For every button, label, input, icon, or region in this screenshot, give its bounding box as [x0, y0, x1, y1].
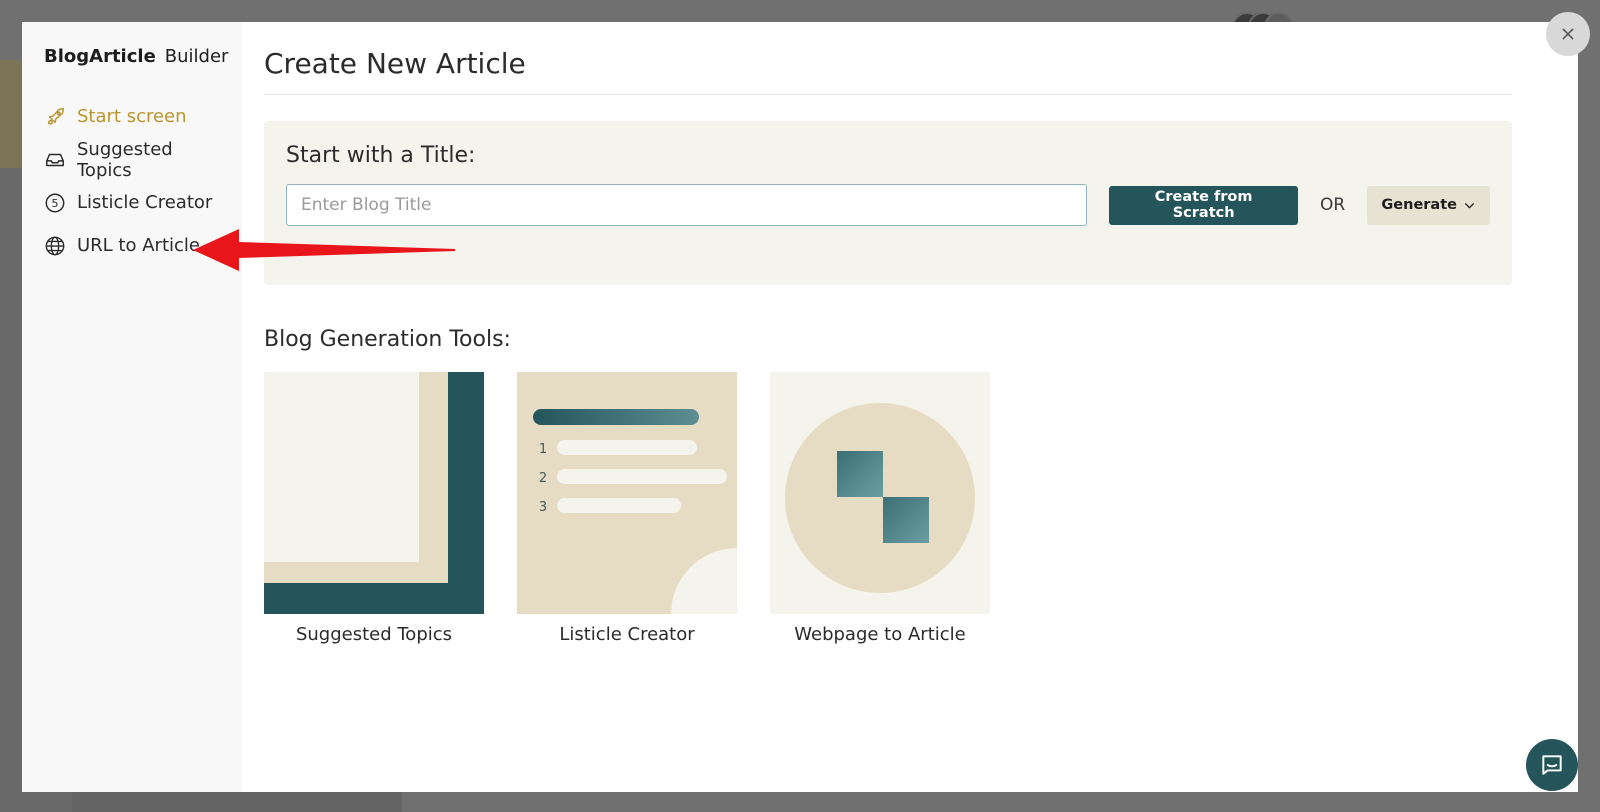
brand-title: BlogArticle Builder [44, 46, 228, 67]
generate-dropdown-button[interactable]: Generate [1367, 185, 1490, 225]
sidebar-item-start-screen[interactable]: Start screen [44, 95, 220, 138]
modal-sidebar: BlogArticle Builder Start screen Suggest… [22, 22, 242, 792]
tool-card-label: Listicle Creator [559, 624, 695, 645]
sidebar-item-url-to-article[interactable]: URL to Article [44, 224, 220, 267]
chat-support-button[interactable] [1526, 739, 1578, 791]
sidebar-item-listicle-creator[interactable]: 5 Listicle Creator [44, 181, 220, 224]
list-number: 1 [539, 442, 547, 457]
sidebar-item-suggested-topics[interactable]: Suggested Topics [44, 138, 220, 181]
list-number: 3 [539, 500, 547, 515]
sidebar-item-label: Start screen [77, 106, 187, 127]
tool-card-suggested-topics[interactable]: Suggested Topics [264, 372, 484, 645]
listicle-creator-illustration: 1 2 3 [517, 372, 737, 614]
tool-card-label: Webpage to Article [794, 624, 966, 645]
start-with-title-label: Start with a Title: [286, 143, 476, 168]
globe-icon [45, 236, 65, 255]
or-separator: OR [1320, 195, 1346, 215]
chat-icon [1542, 755, 1562, 775]
create-from-scratch-button[interactable]: Create from Scratch [1109, 185, 1298, 225]
close-modal-button[interactable] [1546, 12, 1590, 56]
start-row: Create from Scratch OR Generate [286, 184, 1490, 226]
tool-card-webpage-to-article[interactable]: Webpage to Article [770, 372, 990, 645]
webpage-to-article-illustration [770, 372, 990, 614]
tool-card-listicle-creator[interactable]: 1 2 3 Listicle Creator [517, 372, 737, 645]
modal-main: Create New Article Start with a Title: C… [242, 22, 1578, 792]
tools-heading: Blog Generation Tools: [264, 327, 511, 352]
title-divider [264, 94, 1512, 95]
brand-name-bold: BlogArticle [44, 46, 156, 67]
number-five-circle-icon: 5 [45, 193, 65, 212]
rocket-icon [47, 107, 64, 125]
chevron-down-icon [1465, 202, 1474, 208]
generate-label: Generate [1381, 197, 1457, 213]
tools-grid: Suggested Topics 1 2 3 Listicle Creator … [264, 372, 1512, 645]
sidebar-item-label: Listicle Creator [77, 192, 213, 213]
suggested-topics-illustration [264, 372, 484, 614]
svg-text:5: 5 [52, 197, 59, 210]
tool-card-label: Suggested Topics [295, 624, 453, 645]
page-title: Create New Article [264, 47, 526, 80]
sidebar-item-label: Suggested Topics [77, 138, 173, 181]
background-panel [72, 790, 402, 812]
background-sidebar-accent [0, 60, 22, 168]
start-with-title-panel: Start with a Title: Create from Scratch … [264, 121, 1512, 285]
tray-icon [46, 153, 64, 166]
brand-name-regular: Builder [164, 46, 229, 67]
sidebar-item-label: URL to Article [77, 235, 200, 256]
create-article-modal: BlogArticle Builder Start screen Suggest… [22, 22, 1578, 792]
blog-title-input[interactable] [286, 184, 1088, 226]
list-number: 2 [539, 471, 547, 486]
close-icon [1562, 28, 1574, 40]
